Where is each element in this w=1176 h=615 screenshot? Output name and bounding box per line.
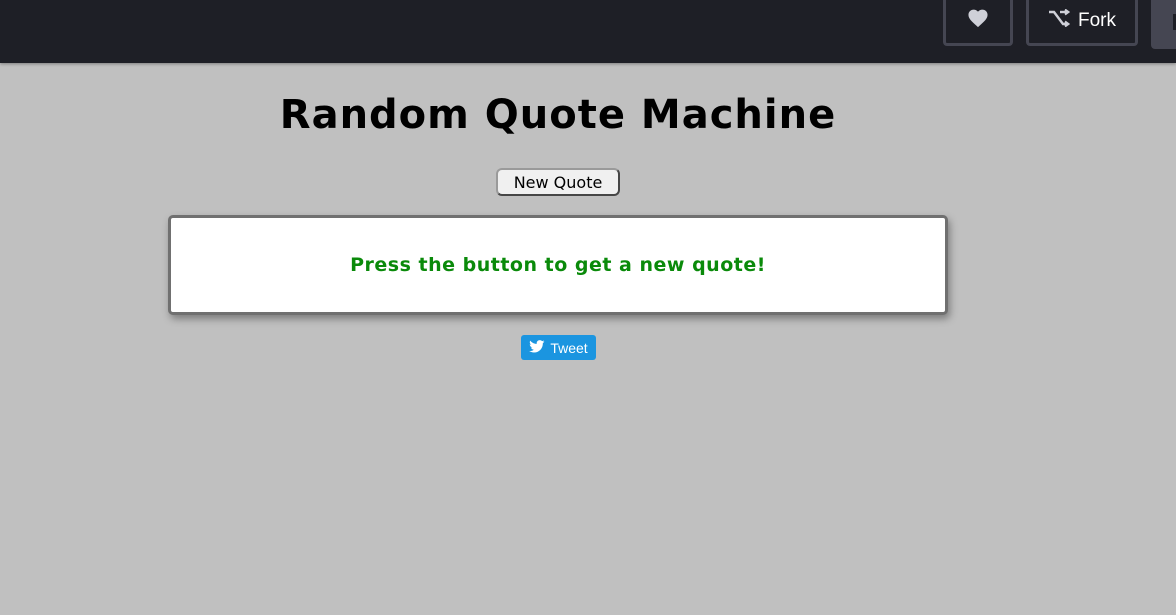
twitter-bird-icon — [529, 339, 545, 356]
quote-box: Press the button to get a new quote! — [168, 215, 948, 315]
heart-button[interactable] — [943, 0, 1013, 46]
fork-icon — [1048, 8, 1071, 33]
quote-text: Press the button to get a new quote! — [350, 254, 766, 276]
fork-button[interactable]: Fork — [1026, 0, 1138, 46]
page-title: Random Quote Machine — [279, 92, 837, 138]
fork-label: Fork — [1078, 10, 1116, 31]
tweet-button[interactable]: Tweet — [521, 335, 596, 360]
heart-icon — [967, 8, 989, 34]
tweet-label: Tweet — [550, 339, 588, 356]
new-quote-button[interactable]: New Quote — [496, 168, 620, 196]
settings-button[interactable] — [1151, 0, 1176, 49]
top-bar: Fork — [0, 0, 1176, 63]
